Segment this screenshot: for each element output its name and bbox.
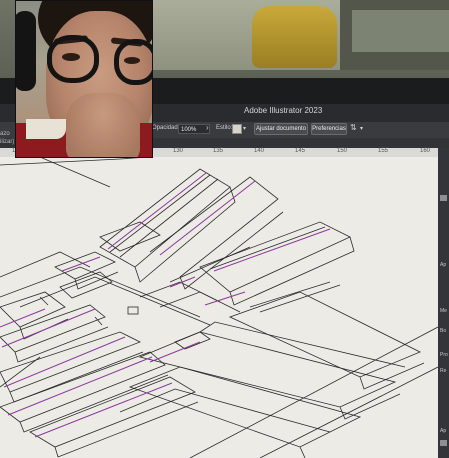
panel-label: Re	[440, 368, 447, 374]
wall-frame-inner	[352, 10, 449, 52]
style-swatch[interactable]	[232, 124, 242, 134]
opacity-chevron-icon[interactable]: ›	[206, 123, 209, 132]
panel-icon[interactable]	[440, 195, 447, 201]
panel-label: Ap	[440, 428, 447, 434]
ruler-tick: 150	[337, 148, 348, 154]
panel-label: Me	[440, 308, 447, 314]
chevron-down-icon[interactable]: ▾	[243, 125, 246, 132]
ruler-tick: 155	[378, 148, 389, 154]
glasses-lens	[47, 35, 99, 83]
document-tab-label[interactable]: ilizar)	[0, 139, 14, 145]
yellow-chair	[252, 6, 337, 68]
glasses-lens	[114, 39, 152, 85]
ruler-tick: 140	[254, 148, 265, 154]
panel-label: Bo	[440, 328, 447, 334]
hand	[66, 93, 140, 157]
headphone	[16, 11, 36, 91]
ruler-tick: 135	[213, 148, 224, 154]
chevron-down-icon[interactable]: ▾	[360, 125, 363, 132]
isometric-drawing	[0, 157, 438, 458]
app-title: Adobe Illustrator 2023	[244, 106, 323, 115]
panel-icon[interactable]	[440, 440, 447, 446]
partial-label: azo	[0, 131, 10, 137]
style-label: Estilo:	[216, 125, 233, 131]
photo-scene: Adobe Illustrator 2023 azo Opacidad: 100…	[0, 0, 449, 458]
ruler-tick: 145	[295, 148, 306, 154]
ruler-tick: 160	[420, 148, 431, 154]
fit-document-button[interactable]: Ajustar documento	[254, 123, 308, 135]
artboard-canvas[interactable]	[0, 157, 438, 458]
arrange-icon[interactable]: ⇅	[350, 123, 357, 132]
opacity-label: Opacidad:	[152, 125, 180, 131]
panel-label: Ap	[440, 262, 447, 268]
ruler-tick: 130	[173, 148, 184, 154]
collar	[26, 119, 66, 139]
webcam-feed	[15, 0, 153, 158]
panel-label: Pro	[440, 352, 448, 358]
preferences-button[interactable]: Preferencias	[311, 123, 347, 135]
